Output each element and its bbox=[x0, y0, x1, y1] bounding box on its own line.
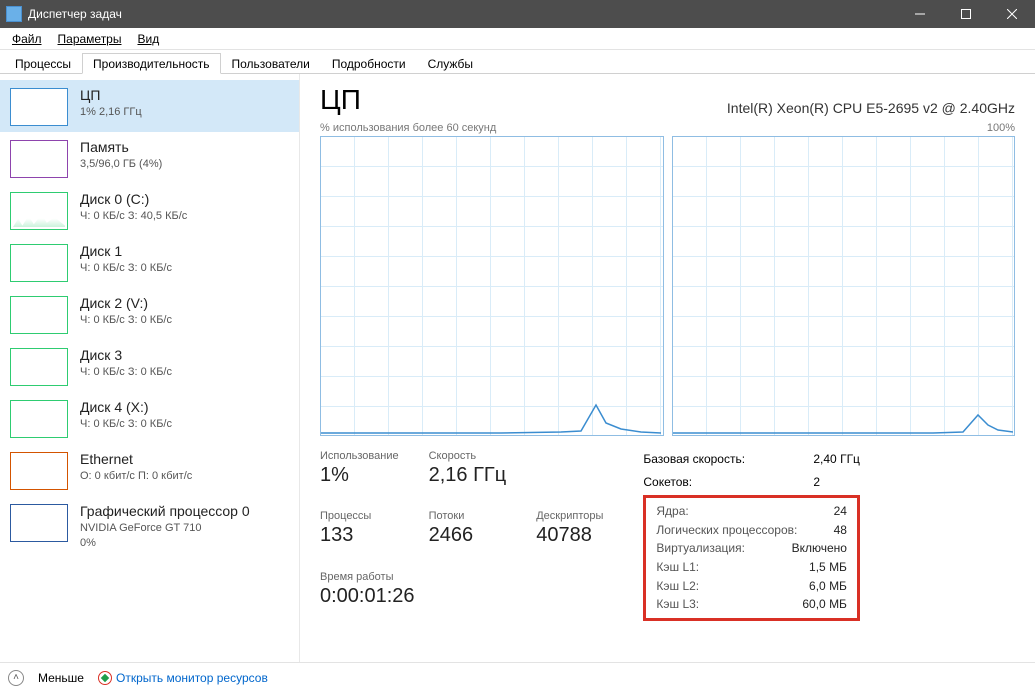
sidebar-mem-sub: 3,5/96,0 ГБ (4%) bbox=[80, 157, 162, 172]
cpu-thumb-icon bbox=[10, 88, 68, 126]
collapse-icon[interactable]: ˄ bbox=[8, 670, 24, 686]
disk-thumb-icon bbox=[10, 348, 68, 386]
util-value: 1% bbox=[320, 464, 399, 487]
memory-thumb-icon bbox=[10, 140, 68, 178]
ethernet-thumb-icon bbox=[10, 452, 68, 490]
sidebar-item-disk1[interactable]: Диск 1Ч: 0 КБ/с З: 0 КБ/с bbox=[0, 236, 299, 288]
sidebar-gpu-name: Графический процессор 0 bbox=[80, 502, 250, 521]
title-bar: Диспетчер задач bbox=[0, 0, 1035, 28]
minimize-button[interactable] bbox=[897, 0, 943, 28]
sidebar-disk4-sub: Ч: 0 КБ/с З: 0 КБ/с bbox=[80, 417, 172, 432]
l3-value: 60,0 МБ bbox=[802, 595, 847, 614]
sidebar-cpu-sub: 1% 2,16 ГГц bbox=[80, 105, 142, 120]
menu-file[interactable]: Файл bbox=[4, 30, 50, 48]
disk-thumb-icon bbox=[10, 296, 68, 334]
logical-value: 48 bbox=[834, 521, 847, 540]
footer: ˄ Меньше Открыть монитор ресурсов bbox=[0, 662, 1035, 692]
sidebar-item-disk3[interactable]: Диск 3Ч: 0 КБ/с З: 0 КБ/с bbox=[0, 340, 299, 392]
l2-value: 6,0 МБ bbox=[809, 577, 847, 596]
cores-label: Ядра: bbox=[656, 502, 688, 521]
tab-details[interactable]: Подробности bbox=[321, 53, 417, 74]
sidebar-eth-name: Ethernet bbox=[80, 450, 192, 469]
sidebar-disk0-sub: Ч: 0 КБ/с З: 40,5 КБ/с bbox=[80, 209, 187, 224]
disk-thumb-icon bbox=[10, 400, 68, 438]
hnd-label: Дескрипторы bbox=[536, 510, 603, 522]
tab-services[interactable]: Службы bbox=[417, 53, 484, 74]
tab-users[interactable]: Пользователи bbox=[221, 53, 321, 74]
sidebar-gpu-sub2: 0% bbox=[80, 536, 250, 551]
base-speed-value: 2,40 ГГц bbox=[813, 452, 860, 466]
sidebar-item-disk4[interactable]: Диск 4 (X:)Ч: 0 КБ/с З: 0 КБ/с bbox=[0, 392, 299, 444]
l2-label: Кэш L2: bbox=[656, 577, 699, 596]
proc-label: Процессы bbox=[320, 510, 399, 522]
sidebar-gpu-sub1: NVIDIA GeForce GT 710 bbox=[80, 521, 250, 536]
sidebar-item-cpu[interactable]: ЦП1% 2,16 ГГц bbox=[0, 80, 299, 132]
menu-params[interactable]: Параметры bbox=[50, 30, 130, 48]
highlighted-stats: Ядра: 24 Логических процессоров: 48 Виртуа… bbox=[643, 495, 860, 621]
sidebar-disk0-name: Диск 0 (C:) bbox=[80, 190, 187, 209]
virt-label: Виртуализация: bbox=[656, 539, 745, 558]
menu-bar: Файл Параметры Вид bbox=[0, 28, 1035, 50]
close-button[interactable] bbox=[989, 0, 1035, 28]
util-label: Использование bbox=[320, 450, 399, 462]
open-resmon-link[interactable]: Открыть монитор ресурсов bbox=[98, 671, 268, 685]
sidebar-item-ethernet[interactable]: EthernetО: 0 кбит/с П: 0 кбит/с bbox=[0, 444, 299, 496]
sidebar-disk1-name: Диск 1 bbox=[80, 242, 172, 261]
cores-value: 24 bbox=[834, 502, 847, 521]
chart-label-right: 100% bbox=[987, 122, 1015, 134]
sidebar-disk3-sub: Ч: 0 КБ/с З: 0 КБ/с bbox=[80, 365, 172, 380]
tab-bar: Процессы Производительность Пользователи… bbox=[0, 50, 1035, 74]
virt-value: Включено bbox=[792, 539, 847, 558]
thr-value: 2466 bbox=[429, 524, 507, 547]
resmon-label: Открыть монитор ресурсов bbox=[116, 671, 268, 685]
sidebar-item-gpu[interactable]: Графический процессор 0NVIDIA GeForce GT… bbox=[0, 496, 299, 557]
main-panel: ЦП Intel(R) Xeon(R) CPU E5-2695 v2 @ 2.4… bbox=[300, 74, 1035, 662]
proc-value: 133 bbox=[320, 524, 399, 547]
gpu-thumb-icon bbox=[10, 504, 68, 542]
page-title: ЦП bbox=[320, 84, 361, 116]
sidebar-disk3-name: Диск 3 bbox=[80, 346, 172, 365]
speed-label: Скорость bbox=[429, 450, 507, 462]
l1-label: Кэш L1: bbox=[656, 558, 699, 577]
disk-thumb-icon bbox=[10, 244, 68, 282]
l3-label: Кэш L3: bbox=[656, 595, 699, 614]
sidebar-item-disk2[interactable]: Диск 2 (V:)Ч: 0 КБ/с З: 0 КБ/с bbox=[0, 288, 299, 340]
sidebar-eth-sub: О: 0 кбит/с П: 0 кбит/с bbox=[80, 469, 192, 484]
tab-processes[interactable]: Процессы bbox=[4, 53, 82, 74]
l1-value: 1,5 МБ bbox=[809, 558, 847, 577]
tab-performance[interactable]: Производительность bbox=[82, 53, 220, 74]
base-speed-label: Базовая скорость: bbox=[643, 452, 745, 466]
sidebar-disk2-name: Диск 2 (V:) bbox=[80, 294, 172, 313]
disk-thumb-icon bbox=[10, 192, 68, 230]
cpu-model: Intel(R) Xeon(R) CPU E5-2695 v2 @ 2.40GH… bbox=[727, 100, 1015, 116]
sidebar-item-disk0[interactable]: Диск 0 (C:)Ч: 0 КБ/с З: 40,5 КБ/с bbox=[0, 184, 299, 236]
sidebar-disk1-sub: Ч: 0 КБ/с З: 0 КБ/с bbox=[80, 261, 172, 276]
sockets-value: 2 bbox=[813, 475, 820, 489]
sidebar-mem-name: Память bbox=[80, 138, 162, 157]
uptime-label: Время работы bbox=[320, 571, 603, 583]
stats-left: Использование 1% Скорость 2,16 ГГц Процесс… bbox=[320, 450, 603, 621]
speed-value: 2,16 ГГц bbox=[429, 464, 507, 487]
fewer-details-button[interactable]: Меньше bbox=[38, 671, 84, 685]
sidebar: ЦП1% 2,16 ГГц Память3,5/96,0 ГБ (4%) Дис… bbox=[0, 74, 300, 662]
sidebar-item-memory[interactable]: Память3,5/96,0 ГБ (4%) bbox=[0, 132, 299, 184]
resmon-icon bbox=[98, 671, 112, 685]
cpu-chart-1 bbox=[672, 136, 1016, 436]
sidebar-cpu-name: ЦП bbox=[80, 86, 142, 105]
logical-label: Логических процессоров: bbox=[656, 521, 797, 540]
maximize-button[interactable] bbox=[943, 0, 989, 28]
uptime-value: 0:00:01:26 bbox=[320, 585, 603, 608]
cpu-chart-0 bbox=[320, 136, 664, 436]
stats-right-wrap: Базовая скорость: 2,40 ГГц Сокетов: 2 Яд… bbox=[643, 450, 860, 621]
sidebar-disk2-sub: Ч: 0 КБ/с З: 0 КБ/с bbox=[80, 313, 172, 328]
sockets-label: Сокетов: bbox=[643, 475, 692, 489]
thr-label: Потоки bbox=[429, 510, 507, 522]
hnd-value: 40788 bbox=[536, 524, 603, 547]
menu-view[interactable]: Вид bbox=[129, 30, 167, 48]
window-title: Диспетчер задач bbox=[28, 7, 897, 21]
app-icon bbox=[6, 6, 22, 22]
chart-label-left: % использования более 60 секунд bbox=[320, 122, 496, 134]
sidebar-disk4-name: Диск 4 (X:) bbox=[80, 398, 172, 417]
